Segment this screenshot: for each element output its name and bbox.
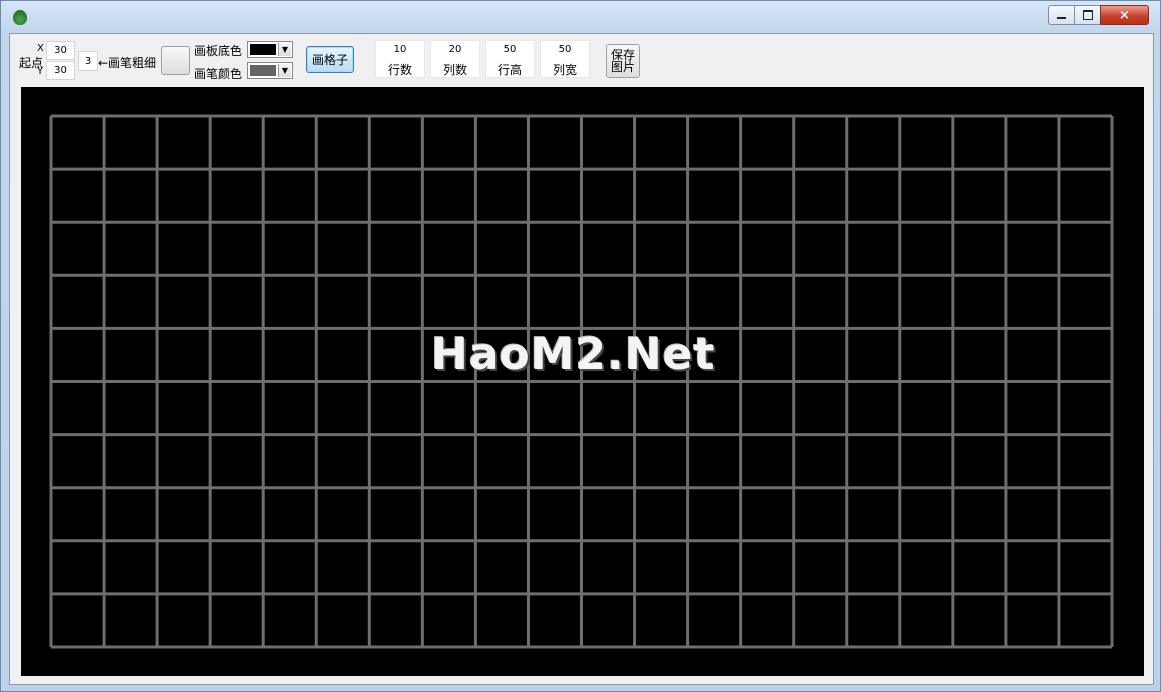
close-button[interactable]: × [1100, 5, 1149, 25]
minimize-icon [1057, 17, 1066, 19]
board-color-select[interactable]: ▼ [247, 41, 293, 58]
board-color-label: 画板底色 [194, 44, 243, 58]
restore-icon [1082, 10, 1093, 20]
col-width-label: 列宽 [552, 63, 577, 77]
x-label: X [37, 43, 44, 54]
pen-width-input[interactable]: 3 [78, 51, 98, 71]
start-y-input[interactable]: 30 [46, 61, 75, 80]
restore-button[interactable] [1074, 5, 1101, 25]
pen-color-select[interactable]: ▼ [247, 62, 293, 79]
row-height-field[interactable]: 50 行高 [485, 40, 535, 78]
y-label: Y [37, 66, 44, 77]
row-count-value[interactable]: 10 [376, 44, 424, 55]
save-image-button[interactable]: 保存 图片 [606, 44, 640, 78]
client-area: X 起点 Y 30 30 3 ←画笔粗细 画板底色 画笔颜色 ▼ ▼ 画格子 1… [9, 33, 1154, 685]
app-window: × X 起点 Y 30 30 3 ←画笔粗细 画板底色 画笔颜色 ▼ ▼ 画格子 [0, 0, 1161, 692]
pen-color-swatch [250, 65, 276, 76]
money-bag-icon [13, 10, 27, 25]
start-x-input[interactable]: 30 [46, 41, 75, 60]
col-count-label: 列数 [442, 63, 467, 77]
title-bar[interactable]: × [1, 1, 1160, 33]
col-count-field[interactable]: 20 列数 [430, 40, 480, 78]
chevron-down-icon[interactable]: ▼ [278, 43, 291, 56]
drawing-canvas[interactable]: HaoM2.Net [21, 87, 1144, 676]
row-count-label: 行数 [387, 63, 412, 77]
col-count-value[interactable]: 20 [431, 44, 479, 55]
minimize-button[interactable] [1048, 5, 1075, 25]
watermark-text: HaoM2.Net [431, 329, 716, 380]
chevron-down-icon[interactable]: ▼ [278, 64, 291, 77]
grid-lines [49, 114, 1114, 649]
save-label-line2: 图片 [610, 60, 635, 74]
pen-width-label: ←画笔粗细 [98, 56, 157, 70]
board-color-swatch [250, 44, 276, 55]
row-height-value[interactable]: 50 [486, 44, 534, 55]
close-icon: × [1119, 7, 1130, 23]
draw-grid-button[interactable]: 画格子 [306, 46, 354, 73]
pen-color-label: 画笔颜色 [194, 67, 243, 81]
col-width-field[interactable]: 50 列宽 [540, 40, 590, 78]
row-height-label: 行高 [497, 63, 522, 77]
toolbar: X 起点 Y 30 30 3 ←画笔粗细 画板底色 画笔颜色 ▼ ▼ 画格子 1… [10, 34, 1153, 84]
row-count-field[interactable]: 10 行数 [375, 40, 425, 78]
col-width-value[interactable]: 50 [541, 44, 589, 55]
pen-width-button[interactable] [161, 46, 190, 75]
